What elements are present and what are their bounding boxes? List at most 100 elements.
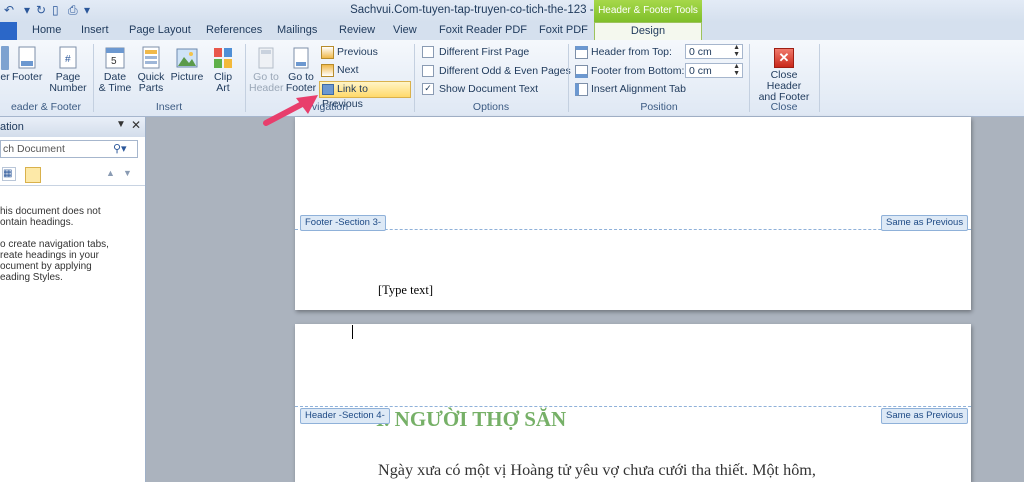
previous-label: Previous [337,46,378,58]
browse-results-tab[interactable] [25,167,41,183]
tab-page-layout[interactable]: Page Layout [129,24,191,36]
text-cursor [352,325,353,339]
checkbox-box[interactable] [422,46,434,59]
group-separator [93,44,94,112]
checkbox-box[interactable] [422,65,434,78]
no-headings-message: his document does not ontain headings. [0,206,140,228]
create-headings-message: o create navigation tabs, reate headings… [0,239,140,283]
page-number-label-2: Number [49,82,87,94]
annotation-arrow-icon [263,95,318,126]
tab-review[interactable]: Review [339,24,375,36]
footer-icon [18,46,36,69]
footer-placeholder-text[interactable]: [Type text] [378,283,433,298]
link-icon [322,83,334,95]
message-line: his document does not [0,206,101,217]
customize-toolbar-icon[interactable]: ▾ [84,3,90,17]
group-label-options: Options [472,101,510,113]
tab-design[interactable]: Design [594,22,702,41]
show-document-text-checkbox[interactable]: ✓ Show Document Text [422,81,538,97]
header-section-tag: Header -Section 4- [300,408,390,424]
redo-icon[interactable]: ↻ [36,3,46,17]
close-icon: ✕ [774,48,794,68]
group-separator [245,44,246,112]
undo-icon[interactable]: ↶ [4,3,14,17]
same-as-previous-tag: Same as Previous [881,408,969,424]
navigation-view-tabs: ▦ ▲ ▼ [0,165,145,186]
tab-foxit-reader-pdf[interactable]: Foxit Reader PDF [439,24,527,36]
different-odd-even-checkbox[interactable]: Different Odd & Even Pages [422,63,571,79]
link-to-previous-button[interactable]: Link to Previous [319,81,411,110]
message-line: ocument by applying [0,261,92,272]
search-document-input[interactable]: ch Document ⚲▾ [0,140,138,158]
spinner-arrows-icon[interactable]: ▲ ▼ [733,44,740,58]
tab-mailings[interactable]: Mailings [277,24,317,36]
next-result-icon[interactable]: ▼ [123,168,132,178]
insert-alignment-tab-button[interactable]: Insert Alignment Tab [575,81,686,97]
group-separator [414,44,415,112]
thumbnails-icon: ▦ [3,168,13,179]
file-tab[interactable] [0,22,17,40]
go-to-footer-button[interactable]: Go to Footer [284,46,318,94]
group-label-insert: Insert [155,101,183,113]
context-group-label: Header & Footer Tools [598,5,698,16]
body-paragraph[interactable]: Ngày xưa có một vị Hoàng tử yêu vợ chưa … [378,461,918,480]
go-to-header-button[interactable]: Go to Header [249,46,283,94]
next-icon [321,63,334,77]
message-line: eading Styles. [0,272,63,283]
picture-button[interactable]: Picture [170,46,204,83]
close-header-footer-button[interactable]: ✕ Close Header and Footer [752,48,816,103]
group-separator [568,44,569,112]
quick-parts-label-2: Parts [138,82,164,94]
tab-home[interactable]: Home [32,24,61,36]
window-title: Sachvui.Com-tuyen-tap-truyen-co-tich-the… [350,4,674,16]
same-as-previous-tag: Same as Previous [881,215,969,231]
footer-from-bottom-value: 0 cm [689,65,712,77]
footer-from-bottom-input[interactable]: 0 cm ▲ ▼ [685,63,743,78]
clip-art-button[interactable]: Clip Art [208,46,238,94]
quick-parts-icon [142,46,160,69]
section-heading[interactable]: I. NGƯỜI THỢ SĂN [376,407,566,432]
pane-options-icon[interactable]: ▼ [116,119,126,130]
search-placeholder: ch Document [3,143,65,155]
different-first-page-label: Different First Page [439,46,530,58]
page-number-icon: # [59,46,77,69]
header-button[interactable]: er [0,46,10,83]
page-top-section-4[interactable] [295,324,971,482]
tab-view[interactable]: View [393,24,417,36]
checkbox-checked[interactable]: ✓ [422,83,434,96]
svg-text:#: # [65,54,71,65]
next-button[interactable]: Next [321,62,359,78]
calendar-icon: 5 [105,47,125,69]
message-line: ontain headings. [0,217,74,228]
group-label-header-footer: eader & Footer [10,101,82,113]
footer-boundary [295,229,971,230]
page-bottom-section-3[interactable] [295,117,971,310]
navigation-pane-title: ation [0,121,24,133]
go-to-footer-icon [293,47,309,69]
footer-position-icon [575,64,588,78]
picture-icon [176,48,198,68]
header-footer-tools-group: Header & Footer Tools [594,0,702,22]
tab-references[interactable]: References [206,24,262,36]
page-number-button[interactable]: # Page Number [46,46,90,94]
previous-button[interactable]: Previous [321,44,378,60]
tab-insert[interactable]: Insert [81,24,109,36]
header-from-top-control: Header from Top: [575,44,672,60]
previous-result-icon[interactable]: ▲ [106,168,115,178]
footer-button[interactable]: Footer [12,46,42,83]
message-line: o create navigation tabs, [0,239,109,250]
group-separator [819,44,820,112]
quick-parts-button[interactable]: Quick Parts [134,46,168,94]
date-time-button[interactable]: 5 Date & Time [98,46,132,94]
header-position-icon [575,45,588,59]
tab-foxit-pdf[interactable]: Foxit PDF [539,24,588,36]
print-preview-icon[interactable]: ⎙ [68,3,78,18]
header-from-top-input[interactable]: 0 cm ▲ ▼ [685,44,743,59]
dropdown-icon[interactable]: ▾ [24,3,30,17]
spinner-arrows-icon[interactable]: ▲ ▼ [733,63,740,77]
close-icon[interactable]: ✕ [131,118,141,132]
search-icon[interactable]: ⚲▾ [113,141,127,157]
close-header-footer-label-1: Close Header [766,69,802,92]
different-first-page-checkbox[interactable]: Different First Page [422,44,529,60]
new-document-icon[interactable]: ▯ [52,3,59,17]
